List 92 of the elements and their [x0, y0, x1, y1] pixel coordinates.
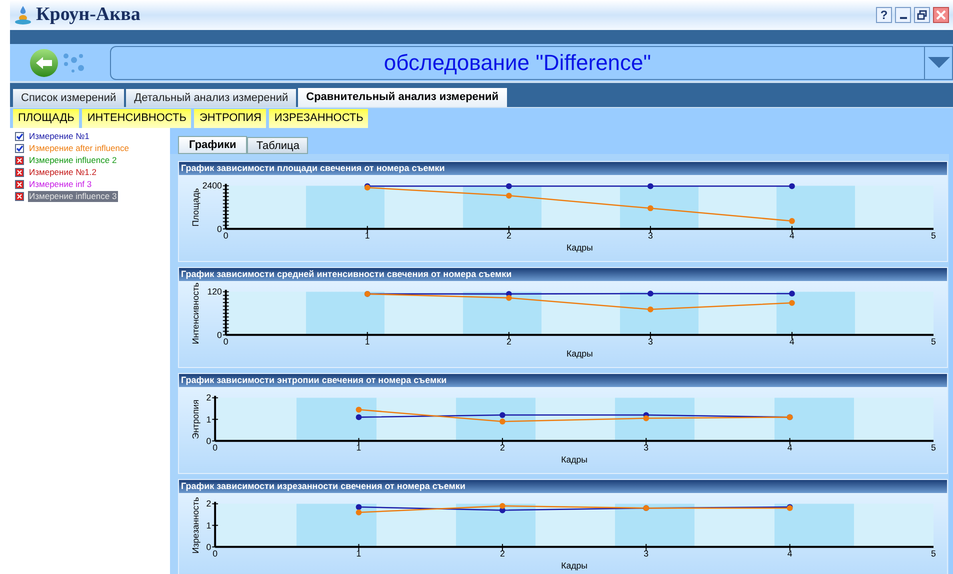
view-tab[interactable]: Графики [178, 136, 248, 154]
axis-label: Кадры [561, 454, 588, 464]
tick-label: 5 [931, 336, 936, 346]
tick-label: 0 [206, 542, 212, 552]
data-point [356, 414, 362, 420]
data-point [506, 182, 512, 189]
tick-label: 2 [506, 336, 512, 346]
back-button[interactable] [30, 48, 58, 76]
y-axis [212, 502, 219, 548]
arrow-icon [35, 56, 53, 70]
tick-label: 0 [206, 436, 212, 446]
axis-label: Кадры [561, 560, 588, 570]
data-point [648, 205, 654, 211]
tick-label: 0 [223, 336, 228, 346]
tab[interactable]: Сравнительный анализ измерений [298, 88, 507, 107]
measurement-item[interactable]: Измерение influence 3 [28, 190, 118, 202]
tick-label: 4 [790, 230, 794, 240]
caret-icon [928, 57, 950, 68]
tick-label: 0 [217, 330, 222, 340]
app-logo-icon [14, 5, 32, 25]
tick-label: 4 [787, 548, 792, 558]
data-point [789, 182, 795, 189]
minimize-button[interactable] [895, 7, 911, 23]
tick-label: 1 [206, 414, 212, 424]
y-axis [222, 290, 230, 336]
tick-label: 3 [648, 230, 653, 240]
exam-select[interactable]: обследование "Difference" [110, 46, 953, 80]
status-icon[interactable] [15, 156, 24, 164]
data-point [506, 192, 512, 198]
restore-button[interactable] [914, 7, 930, 23]
measurement-item[interactable]: Измерение influence 2 [28, 154, 118, 166]
axis-label: Энтропия [190, 399, 200, 439]
tick-label: 4 [790, 336, 794, 346]
axis-label: Площадь [190, 188, 200, 226]
status-icon[interactable] [15, 192, 24, 200]
tick-label: 2 [206, 392, 212, 402]
tick-label: 5 [931, 230, 936, 240]
tick-label: 1 [206, 520, 212, 530]
data-point [356, 406, 362, 412]
parameter-button[interactable]: ИЗРЕЗАННОСТЬ [269, 109, 368, 128]
tick-label: 1 [356, 548, 362, 558]
tick-label: 0 [223, 230, 228, 240]
tick-label: 4 [787, 442, 792, 452]
chart-title: График зависимости площади свечения от номера съемки [181, 162, 445, 174]
tick-label: 2 [206, 498, 212, 508]
data-point [789, 290, 795, 296]
tick-label: 1 [356, 442, 362, 452]
parameter-button[interactable]: ЭНТРОПИЯ [194, 109, 266, 128]
axis-label: Изрезанность [190, 496, 200, 554]
tick-label: 2 [500, 442, 505, 452]
tab[interactable]: Детальный анализ измерений [126, 89, 296, 107]
tick-label: 1 [364, 230, 370, 240]
tick-label: 2 [500, 548, 505, 558]
axis-label: Кадры [566, 242, 593, 252]
chart-title: График зависимости изрезанности свечения от номера съемки [181, 480, 466, 492]
measurement-item[interactable]: Измерение №1.2 [28, 166, 98, 178]
window-title: Кроун-Аква [36, 2, 140, 27]
tick-label: 2400 [202, 180, 222, 190]
chart-title: График зависимости энтропии свечения от номера съемки [181, 374, 447, 386]
parameter-button[interactable]: ИНТЕНСИВНОСТЬ [82, 109, 192, 128]
tick-label: 2 [506, 230, 512, 240]
close-button[interactable] [933, 7, 949, 23]
tick-label: 3 [644, 442, 649, 452]
chart-title: График зависимости средней интенсивности свечения от номера съемки [181, 268, 512, 280]
tick-label: 5 [931, 548, 936, 558]
data-point [648, 182, 654, 189]
tick-label: 5 [931, 442, 936, 452]
tab[interactable]: Список измерений [13, 89, 124, 107]
y-axis [212, 396, 219, 442]
measurement-item[interactable]: Измерение №1 [28, 130, 90, 142]
measurement-item[interactable]: Измерение inf 3 [28, 178, 93, 190]
status-icon[interactable] [15, 132, 24, 140]
tick-label: 0 [212, 442, 218, 452]
tick-label: 3 [644, 548, 649, 558]
status-icon[interactable] [15, 180, 24, 188]
axis-label: Интенсивность [190, 282, 200, 344]
axis-label: Кадры [566, 348, 593, 358]
tick-label: 0 [217, 224, 222, 234]
tick-label: 1 [364, 336, 370, 346]
tick-label: 120 [207, 286, 222, 296]
data-point [789, 218, 795, 224]
data-point [789, 300, 795, 306]
tick-label: 3 [648, 336, 653, 346]
status-icon[interactable] [15, 144, 24, 152]
help-button[interactable]: ? [876, 7, 892, 23]
data-point [648, 290, 654, 296]
y-axis [222, 184, 230, 230]
parameter-button[interactable]: ПЛОЩАДЬ [13, 109, 80, 128]
view-tab[interactable]: Таблица [247, 137, 308, 154]
data-point [648, 306, 654, 312]
status-icon[interactable] [15, 168, 24, 176]
tick-label: 0 [212, 548, 218, 558]
